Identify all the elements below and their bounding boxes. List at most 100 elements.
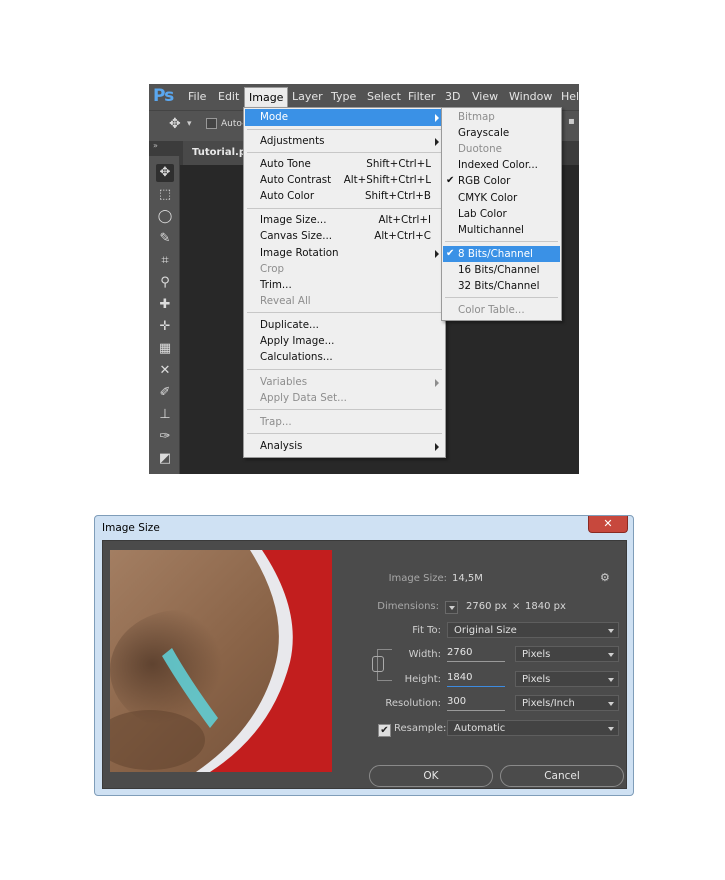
menu-item-canvas-size[interactable]: Canvas Size...: [260, 230, 332, 242]
menu-item-crop: Crop: [260, 263, 285, 275]
menu-item-analysis[interactable]: Analysis: [260, 440, 302, 452]
clone-stamp-tool-icon[interactable]: ⊥: [156, 406, 174, 424]
shortcut-auto-color: Shift+Ctrl+B: [364, 190, 431, 202]
menu-divider: [247, 433, 442, 434]
fit-to-dropdown[interactable]: Original Size: [447, 622, 619, 638]
width-input[interactable]: 2760: [447, 645, 505, 662]
submenu-arrow-icon: [435, 114, 439, 122]
mode-item-color-table: Color Table...: [458, 304, 525, 316]
checkmark-icon: ✔: [446, 248, 455, 259]
resample-method-dropdown[interactable]: Automatic: [447, 720, 619, 736]
resolution-input[interactable]: 300: [447, 694, 505, 711]
mode-item-rgb-color[interactable]: RGB Color: [458, 175, 510, 187]
fit-to-label: Fit To:: [412, 625, 441, 636]
lasso-tool-icon[interactable]: ◯: [156, 208, 174, 226]
photoshop-logo: Ps: [153, 86, 174, 106]
dimensions-height: 1840 px: [525, 601, 566, 612]
dimensions-units-dropdown[interactable]: [445, 601, 458, 614]
healing-brush-tool-icon[interactable]: ✚: [156, 296, 174, 314]
menu-file[interactable]: File: [188, 90, 206, 103]
menu-edit[interactable]: Edit: [218, 90, 239, 103]
menu-item-mode[interactable]: Mode: [260, 111, 288, 123]
menu-layer[interactable]: Layer: [292, 90, 323, 103]
patch-tool-icon[interactable]: ✛: [156, 318, 174, 336]
mode-item-indexed-color[interactable]: Indexed Color...: [458, 159, 538, 171]
image-size-dialog: Image Size ✕ Image Size: 14,5M ⚙ Dimensi…: [94, 515, 634, 796]
chevron-down-icon: [608, 653, 614, 657]
image-menu-dropdown: Mode Adjustments Auto Tone Shift+Ctrl+L …: [243, 107, 446, 458]
mode-item-16-bits[interactable]: 16 Bits/Channel: [458, 264, 539, 276]
menu-divider: [445, 241, 558, 242]
resolution-unit-dropdown[interactable]: Pixels/Inch: [515, 695, 619, 711]
height-input[interactable]: 1840: [447, 670, 505, 687]
menu-item-duplicate[interactable]: Duplicate...: [260, 319, 319, 331]
menu-3d[interactable]: 3D: [445, 90, 460, 103]
eyedropper-tool-icon[interactable]: ⚲: [156, 274, 174, 292]
image-size-label: Image Size:: [388, 573, 447, 584]
content-aware-move-tool-icon[interactable]: ✕: [156, 362, 174, 380]
chevron-down-icon: [608, 727, 614, 731]
history-brush-tool-icon[interactable]: ✑: [156, 428, 174, 446]
mode-item-8-bits[interactable]: 8 Bits/Channel: [458, 248, 533, 260]
menu-item-trim[interactable]: Trim...: [260, 279, 292, 291]
height-unit-value: Pixels: [522, 674, 551, 685]
chevron-down-icon[interactable]: ▾: [187, 119, 192, 129]
gear-icon[interactable]: ⚙: [600, 571, 610, 584]
menu-item-auto-contrast[interactable]: Auto Contrast: [260, 174, 331, 186]
submenu-arrow-icon: [435, 379, 439, 387]
menu-help[interactable]: Hel: [561, 90, 579, 103]
dialog-body: Image Size: 14,5M ⚙ Dimensions: 2760 px …: [102, 540, 627, 789]
chevron-down-icon: [608, 702, 614, 706]
mode-item-multichannel[interactable]: Multichannel: [458, 224, 524, 236]
resolution-label: Resolution:: [385, 698, 441, 709]
resample-checkbox[interactable]: ✔: [378, 724, 391, 737]
mode-item-duotone: Duotone: [458, 143, 502, 155]
mode-item-lab-color[interactable]: Lab Color: [458, 208, 507, 220]
cancel-button[interactable]: Cancel: [500, 765, 624, 787]
menu-item-calculations[interactable]: Calculations...: [260, 351, 333, 363]
menu-window[interactable]: Window: [509, 90, 552, 103]
mode-item-32-bits[interactable]: 32 Bits/Channel: [458, 280, 539, 292]
move-tool-preset-icon[interactable]: ✥: [169, 116, 181, 132]
width-label: Width:: [408, 649, 441, 660]
stamp-grid-tool-icon[interactable]: ▦: [156, 340, 174, 358]
ok-button[interactable]: OK: [369, 765, 493, 787]
chevron-down-icon: [608, 678, 614, 682]
shortcut-image-size: Alt+Ctrl+I: [378, 214, 431, 226]
collapse-toolbar-icon[interactable]: »: [153, 141, 158, 150]
close-button[interactable]: ✕: [588, 516, 628, 533]
menu-divider: [247, 312, 442, 313]
mode-item-cmyk-color[interactable]: CMYK Color: [458, 192, 517, 204]
menu-item-apply-image[interactable]: Apply Image...: [260, 335, 334, 347]
eraser-tool-icon[interactable]: ◩: [156, 450, 174, 468]
menu-view[interactable]: View: [472, 90, 498, 103]
menu-type[interactable]: Type: [331, 90, 356, 103]
mode-submenu: Bitmap Grayscale Duotone Indexed Color..…: [441, 107, 562, 321]
menu-item-auto-color[interactable]: Auto Color: [260, 190, 314, 202]
menu-select[interactable]: Select: [367, 90, 401, 103]
height-unit-dropdown[interactable]: Pixels: [515, 671, 619, 687]
menu-item-image-rotation[interactable]: Image Rotation: [260, 247, 339, 259]
menu-image[interactable]: Image: [244, 87, 289, 108]
image-preview[interactable]: [110, 550, 332, 772]
brush-tool-icon[interactable]: ✐: [156, 384, 174, 402]
menu-filter[interactable]: Filter: [408, 90, 435, 103]
menu-item-auto-tone[interactable]: Auto Tone: [260, 158, 311, 170]
crop-tool-icon[interactable]: ⌗: [156, 252, 174, 270]
mode-item-grayscale[interactable]: Grayscale: [458, 127, 509, 139]
menu-item-image-size[interactable]: Image Size...: [260, 214, 326, 226]
image-size-value: 14,5M: [452, 573, 483, 584]
move-tool-icon[interactable]: ✥: [156, 164, 174, 182]
menu-item-adjustments[interactable]: Adjustments: [260, 135, 324, 147]
menu-item-apply-data-set: Apply Data Set...: [260, 392, 347, 404]
menu-divider: [247, 129, 442, 130]
menu-item-trap: Trap...: [260, 416, 292, 428]
quick-selection-tool-icon[interactable]: ✎: [156, 230, 174, 248]
align-icon[interactable]: ▪: [568, 116, 575, 130]
auto-select-checkbox[interactable]: [206, 118, 217, 129]
width-unit-dropdown[interactable]: Pixels: [515, 646, 619, 662]
marquee-tool-icon[interactable]: ⬚: [156, 186, 174, 204]
resample-label: Resample:: [394, 723, 447, 734]
menu-item-reveal-all: Reveal All: [260, 295, 311, 307]
dimensions-width: 2760 px: [466, 601, 507, 612]
